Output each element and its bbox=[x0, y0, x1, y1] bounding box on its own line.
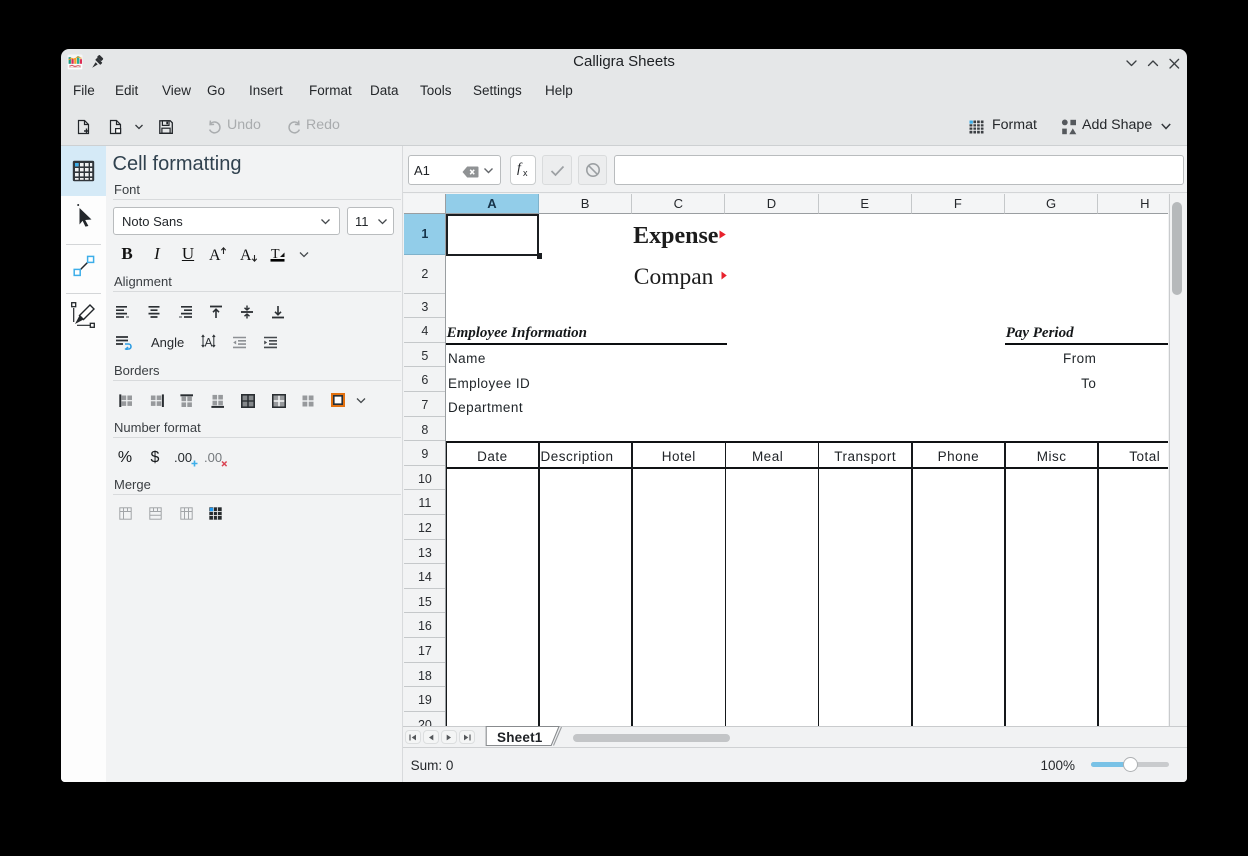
svg-text:A: A bbox=[240, 247, 252, 263]
svg-text:.00: .00 bbox=[174, 451, 192, 465]
svg-text:.00: .00 bbox=[204, 451, 222, 465]
svg-text:A: A bbox=[205, 336, 213, 350]
svg-text:A: A bbox=[209, 247, 221, 263]
